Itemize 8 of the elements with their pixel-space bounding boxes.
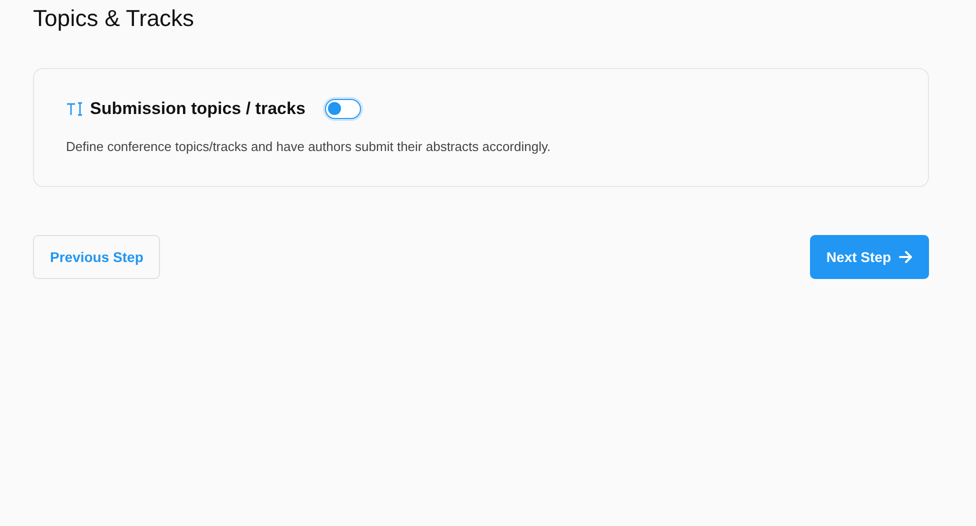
setting-description: Define conference topics/tracks and have authors submit their abstracts accordingly. xyxy=(66,139,552,154)
arrow-right-icon xyxy=(899,250,913,264)
setting-title: Submission topics / tracks xyxy=(90,99,306,119)
previous-button[interactable]: Previous Step xyxy=(33,235,160,279)
page-title: Topics & Tracks xyxy=(33,4,196,33)
toggle-switch[interactable] xyxy=(325,99,362,119)
next-button[interactable]: Next Step xyxy=(810,235,929,279)
text-icon xyxy=(66,101,84,117)
